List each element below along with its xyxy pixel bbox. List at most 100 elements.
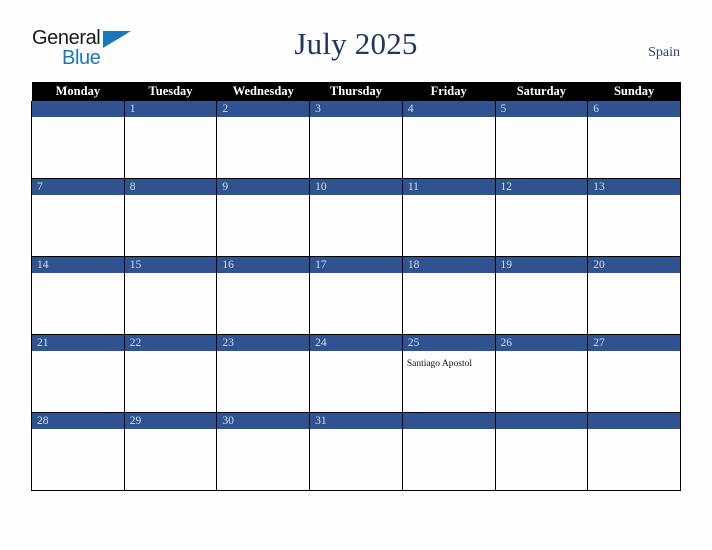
calendar-day-cell[interactable]: 8: [123, 178, 218, 257]
day-cell-body: [217, 195, 309, 198]
calendar-day-cell[interactable]: 26: [494, 334, 589, 413]
day-number: 26: [495, 335, 588, 351]
day-cell-body: [310, 273, 402, 276]
weekday-header-thursday: Thursday: [309, 82, 403, 101]
day-number: 31: [310, 413, 402, 429]
calendar-day-cell[interactable]: 10: [309, 178, 403, 257]
calendar-day-cell[interactable]: 2: [216, 101, 311, 179]
day-cell-body: [588, 429, 680, 432]
calendar-week-row: 123456: [31, 101, 681, 179]
calendar-day-cell[interactable]: 4: [401, 101, 496, 179]
day-number: 6: [588, 101, 680, 117]
calendar-day-cell[interactable]: 22: [123, 334, 218, 413]
calendar-day-cell[interactable]: 21: [31, 334, 125, 413]
day-cell-body: [125, 429, 217, 432]
holiday-label: Santiago Apostol: [406, 359, 472, 369]
calendar-day-cell[interactable]: 12: [494, 178, 589, 257]
calendar-day-cell[interactable]: 20: [587, 256, 681, 335]
day-number: 16: [217, 257, 310, 273]
day-cell-body: [310, 429, 402, 432]
day-cell-body: [310, 195, 402, 198]
day-cell-body: [588, 273, 680, 276]
day-number: 5: [495, 101, 588, 117]
calendar-day-cell[interactable]: 28: [31, 412, 125, 491]
calendar-header-row: Monday Tuesday Wednesday Thursday Friday Satu…: [31, 82, 681, 101]
day-number: 28: [32, 413, 124, 429]
day-number: 27: [588, 335, 680, 351]
weekday-header-wednesday: Wednesday: [216, 82, 310, 101]
day-number: 1: [124, 101, 217, 117]
day-number: 15: [124, 257, 217, 273]
day-cell-body: [32, 117, 124, 120]
calendar-day-cell[interactable]: 18: [401, 256, 496, 335]
day-number: 25: [402, 335, 495, 351]
calendar-day-cell[interactable]: 9: [216, 178, 311, 257]
calendar-day-cell[interactable]: 24: [309, 334, 403, 413]
day-number: 13: [588, 179, 680, 195]
day-number: 14: [32, 257, 124, 273]
calendar-day-cell[interactable]: 17: [309, 256, 403, 335]
calendar-day-cell[interactable]: 30: [216, 412, 311, 491]
calendar-day-cell[interactable]: 14: [31, 256, 125, 335]
day-cell-body: [32, 195, 124, 198]
day-number: [402, 413, 495, 429]
day-cell-body: [496, 195, 588, 198]
day-number: 10: [310, 179, 402, 195]
day-number: 3: [310, 101, 402, 117]
calendar-empty-cell: [401, 412, 496, 491]
day-cell-body: [403, 117, 495, 120]
weekday-header-sunday: Sunday: [587, 82, 681, 101]
day-number: 12: [495, 179, 588, 195]
calendar-day-cell[interactable]: 15: [123, 256, 218, 335]
calendar-week-row: 28 29 30 31: [31, 412, 681, 491]
day-cell-body: Santiago Apostol: [403, 351, 495, 370]
calendar-day-cell[interactable]: 25 Santiago Apostol: [401, 334, 496, 413]
calendar-week-row: 7 8 9 10 11 12 13: [31, 178, 681, 257]
page-header: General Blue July 2025 Spain: [0, 0, 712, 82]
day-number: 22: [124, 335, 217, 351]
calendar-day-cell[interactable]: 27: [587, 334, 681, 413]
calendar-day-cell[interactable]: 19: [494, 256, 589, 335]
country-label: Spain: [648, 45, 680, 60]
calendar-day-cell[interactable]: 29: [123, 412, 218, 491]
calendar-day-cell[interactable]: 23: [216, 334, 311, 413]
day-cell-body: [403, 273, 495, 276]
day-number: 23: [217, 335, 310, 351]
day-cell-body: [32, 273, 124, 276]
day-number: 20: [588, 257, 680, 273]
day-number: 8: [124, 179, 217, 195]
calendar-day-cell[interactable]: 31: [309, 412, 403, 491]
day-number: 2: [217, 101, 310, 117]
day-cell-body: [496, 273, 588, 276]
calendar-body: 1 2 3 4 5 6 7 8 9 10 11 12 13 14 15 16 17 18 19 20 21 22 23 24 2…: [31, 101, 681, 491]
weekday-header-tuesday: Tuesday: [124, 82, 217, 101]
day-cell-body: [496, 429, 588, 432]
day-cell-body: [217, 273, 309, 276]
day-number: [495, 413, 588, 429]
day-cell-body: [588, 195, 680, 198]
day-cell-body: [588, 117, 680, 120]
day-cell-body: [403, 195, 495, 198]
day-number: 21: [32, 335, 124, 351]
calendar-day-cell[interactable]: 1: [123, 101, 218, 179]
calendar-day-cell[interactable]: 11: [401, 178, 496, 257]
day-cell-body: [217, 117, 309, 120]
calendar-day-cell[interactable]: 7: [31, 178, 125, 257]
calendar-day-cell[interactable]: 3: [309, 101, 403, 179]
calendar-empty-cell: [31, 101, 125, 179]
calendar-day-cell[interactable]: 13: [587, 178, 681, 257]
day-cell-body: [496, 117, 588, 120]
calendar-day-cell[interactable]: 5: [494, 101, 589, 179]
weekday-header-saturday: Saturday: [495, 82, 588, 101]
weekday-header-monday: Monday: [31, 82, 125, 101]
day-number: 29: [124, 413, 217, 429]
calendar-day-cell[interactable]: 16: [216, 256, 311, 335]
weekday-header-friday: Friday: [402, 82, 496, 101]
day-cell-body: [310, 117, 402, 120]
page-title: July 2025: [294, 26, 418, 61]
calendar-day-cell[interactable]: 6: [587, 101, 681, 179]
day-cell-body: [588, 351, 680, 354]
day-cell-body: [32, 429, 124, 432]
day-cell-body: [125, 351, 217, 354]
calendar-empty-cell: [587, 412, 681, 491]
